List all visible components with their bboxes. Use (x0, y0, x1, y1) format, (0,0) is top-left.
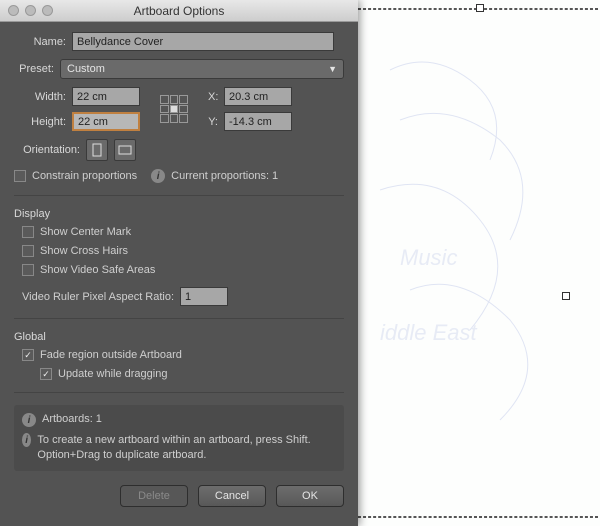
sketch-artwork: Music iddle East (370, 40, 600, 490)
show-cross-checkbox[interactable] (22, 245, 34, 257)
preset-value: Custom (67, 63, 105, 75)
current-proportions-label: Current proportions: 1 (171, 170, 278, 182)
cancel-button[interactable]: Cancel (198, 485, 266, 507)
height-label: Height: (14, 116, 66, 128)
y-label: Y: (208, 116, 218, 128)
display-section-title: Display (14, 208, 344, 220)
reference-point-grid[interactable] (160, 95, 188, 123)
show-center-checkbox[interactable] (22, 226, 34, 238)
dialog-titlebar[interactable]: Artboard Options (0, 0, 358, 22)
show-cross-label: Show Cross Hairs (40, 245, 128, 257)
name-input[interactable] (72, 32, 334, 51)
y-input[interactable] (224, 112, 292, 131)
fade-checkbox[interactable]: ✓ (22, 349, 34, 361)
width-input[interactable] (72, 87, 140, 106)
fade-label: Fade region outside Artboard (40, 349, 182, 361)
show-video-label: Show Video Safe Areas (40, 264, 155, 276)
height-input[interactable] (72, 112, 140, 131)
name-label: Name: (14, 36, 66, 48)
hint-text: To create a new artboard within an artbo… (37, 433, 336, 463)
delete-button: Delete (120, 485, 188, 507)
chevron-down-icon: ▼ (328, 64, 337, 74)
svg-text:iddle East: iddle East (380, 320, 478, 345)
info-icon: i (22, 433, 31, 447)
global-section-title: Global (14, 331, 344, 343)
ratio-input[interactable] (180, 287, 228, 306)
show-video-checkbox[interactable] (22, 264, 34, 276)
constrain-label: Constrain proportions (32, 170, 137, 182)
orientation-landscape-button[interactable] (114, 139, 136, 161)
ok-button[interactable]: OK (276, 485, 344, 507)
info-icon: i (22, 413, 36, 427)
update-label: Update while dragging (58, 368, 167, 380)
update-checkbox[interactable]: ✓ (40, 368, 52, 380)
show-center-label: Show Center Mark (40, 226, 131, 238)
ratio-label: Video Ruler Pixel Aspect Ratio: (22, 291, 174, 303)
preset-label: Preset: (14, 63, 54, 75)
preset-select[interactable]: Custom ▼ (60, 59, 344, 79)
dialog-title: Artboard Options (134, 4, 225, 18)
window-zoom-icon (42, 5, 53, 16)
orientation-portrait-button[interactable] (86, 139, 108, 161)
x-input[interactable] (224, 87, 292, 106)
window-close-icon[interactable] (8, 5, 19, 16)
artboard-handle-top[interactable] (476, 4, 484, 12)
orientation-label: Orientation: (14, 144, 80, 156)
artboard-border-bottom (358, 516, 598, 518)
info-icon: i (151, 169, 165, 183)
window-minimize-icon (25, 5, 36, 16)
constrain-checkbox[interactable] (14, 170, 26, 182)
svg-text:Music: Music (400, 245, 457, 270)
x-label: X: (208, 91, 218, 103)
artboard-options-dialog: Artboard Options Name: Preset: Custom ▼ … (0, 0, 358, 526)
artboards-count-label: Artboards: 1 (42, 413, 102, 425)
width-label: Width: (14, 91, 66, 103)
